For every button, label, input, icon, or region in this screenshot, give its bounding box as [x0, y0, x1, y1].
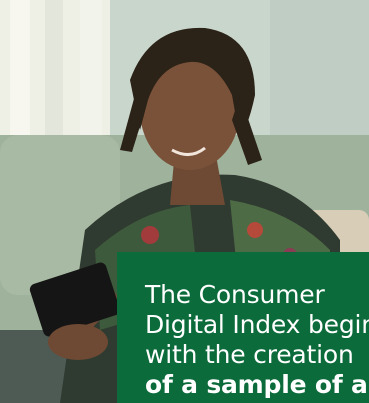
intro-line: The Consumer: [145, 280, 325, 309]
intro-copy: The Consumer Digital Index begin with th…: [145, 280, 369, 400]
intro-line: of a sample of ar: [145, 370, 369, 399]
hero-banner: The Consumer Digital Index begin with th…: [0, 0, 369, 403]
intro-line: with the creation: [145, 340, 354, 369]
intro-line: Digital Index begin: [145, 310, 369, 339]
intro-text-card: The Consumer Digital Index begin with th…: [117, 252, 369, 403]
